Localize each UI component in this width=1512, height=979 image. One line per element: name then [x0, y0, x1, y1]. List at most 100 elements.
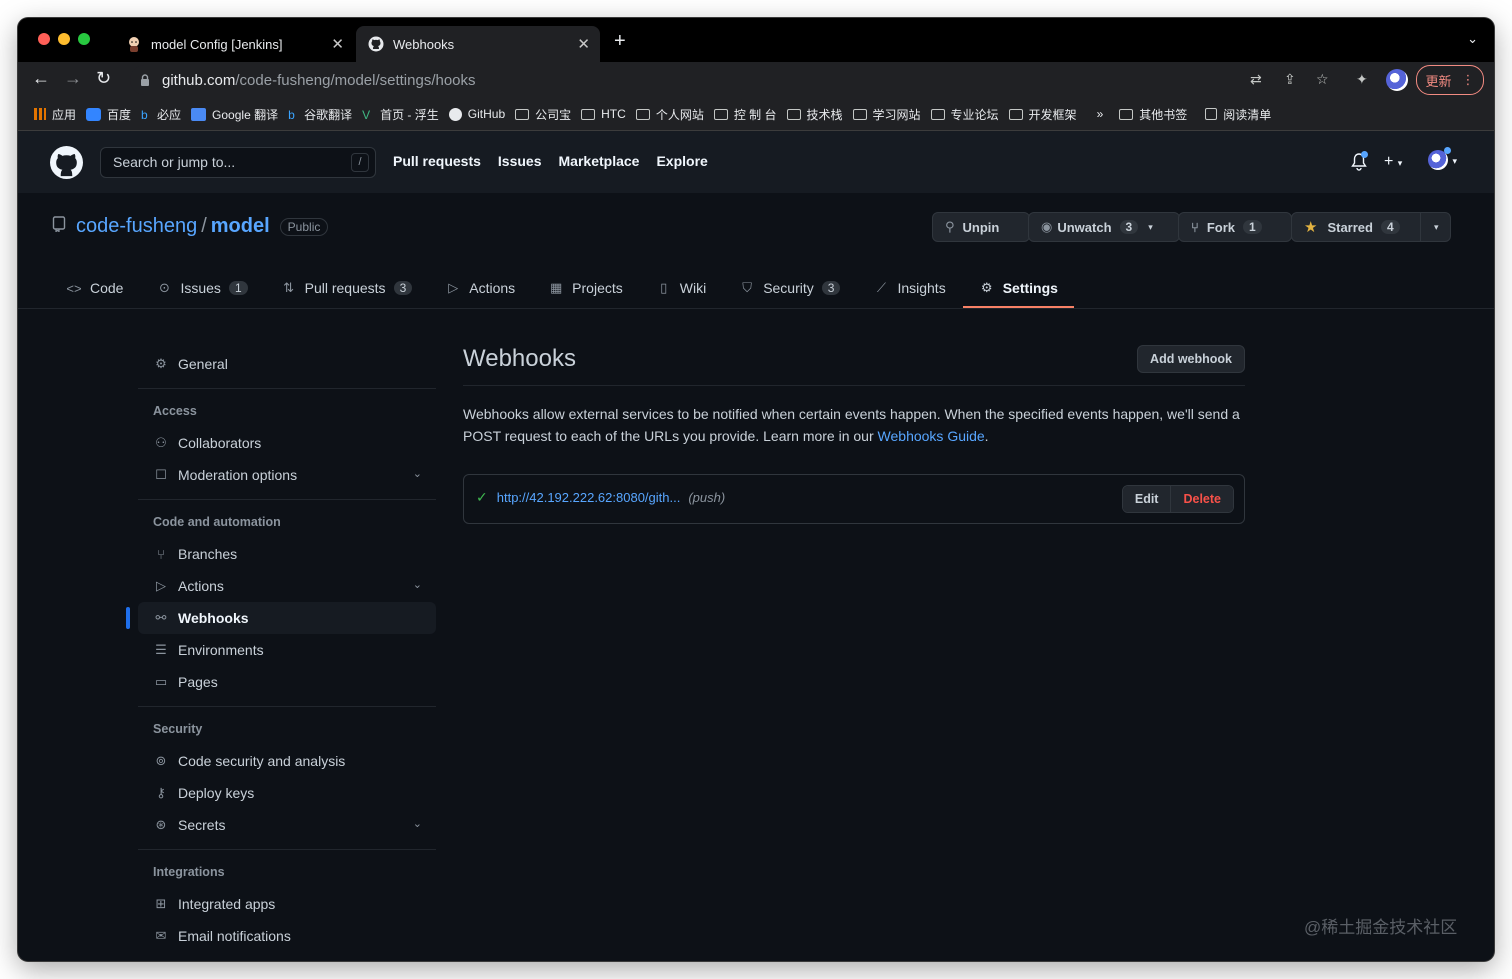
unwatch-button[interactable]: ◉ Unwatch 3 ▾ [1028, 212, 1180, 242]
folder-icon [635, 108, 650, 120]
bookmark-folder[interactable]: 专业论坛 [930, 106, 999, 123]
address-bar[interactable]: github.com/code-fusheng/model/settings/h… [130, 65, 1266, 95]
browser-tab-jenkins[interactable]: model Config [Jenkins] ✕ [114, 26, 354, 62]
sidebar-item-integrated-apps[interactable]: ⊞ Integrated apps [138, 888, 436, 920]
starred-button[interactable]: ★ Starred 4 ▾ [1291, 212, 1451, 242]
tab-code[interactable]: <> Code [66, 269, 123, 307]
browser-window: model Config [Jenkins] ✕ Webhooks ✕ + ⌄ … [18, 18, 1494, 961]
reload-icon[interactable]: ↻ [96, 68, 111, 89]
tab-actions[interactable]: ▷ Actions [445, 269, 515, 307]
edit-webhook-button[interactable]: Edit [1122, 486, 1172, 512]
update-button[interactable]: 更新 ⋮ [1416, 65, 1484, 95]
delete-webhook-button[interactable]: Delete [1171, 486, 1233, 512]
bing-icon: b [288, 107, 295, 122]
tab-search-chevron-icon[interactable]: ⌄ [1467, 31, 1478, 47]
webhooks-guide-link[interactable]: Webhooks Guide [878, 428, 985, 444]
star-count: 4 [1380, 220, 1400, 234]
tab-issues[interactable]: ⊙ Issues 1 [156, 269, 248, 307]
close-tab-icon[interactable]: ✕ [577, 35, 590, 53]
repo-owner-link[interactable]: code-fusheng [76, 215, 197, 238]
search-shortcut-key: / [351, 153, 369, 172]
bookmark-home[interactable]: V 首页 - 浮生 [362, 106, 439, 123]
new-tab-icon[interactable]: + [614, 30, 626, 53]
issue-opened-icon: ⊙ [159, 280, 170, 295]
tab-security[interactable]: ⛉ Security 3 [739, 269, 841, 307]
bookmark-folder[interactable]: 技术栈 [786, 106, 843, 123]
tab-settings[interactable]: ⚙ Settings [962, 269, 1075, 308]
sidebar-heading-code-automation: Code and automation [153, 515, 281, 529]
folder-icon [930, 108, 945, 120]
nav-pull-requests[interactable]: Pull requests [393, 153, 481, 169]
tab-insights[interactable]: ⟋ Insights [873, 269, 946, 307]
bookmark-bing[interactable]: b 必应 [141, 106, 181, 123]
repo-name-link[interactable]: model [211, 215, 270, 238]
bookmark-baidu[interactable]: 百度 [86, 106, 131, 123]
sidebar-item-moderation-options[interactable]: ☐ Moderation options ⌄ [138, 459, 436, 491]
sidebar-item-email-notifications[interactable]: ✉ Email notifications [138, 920, 436, 952]
pull-requests-count: 3 [393, 281, 413, 295]
sidebar-item-branches[interactable]: ⑂ Branches [138, 538, 436, 570]
reading-list[interactable]: 阅读清单 [1205, 106, 1271, 123]
bookmark-google-translate[interactable]: Google 翻译 [191, 106, 278, 123]
sidebar-heading-integrations: Integrations [153, 865, 225, 879]
sidebar-item-actions[interactable]: ▷ Actions ⌄ [138, 570, 436, 602]
nav-issues[interactable]: Issues [498, 153, 542, 169]
repo-nav: <> Code ⊙ Issues 1 ⇅ Pull requests 3 ▷ Actions… [66, 269, 1091, 308]
chevron-down-icon[interactable]: ⌄ [413, 467, 422, 480]
extensions-icon[interactable]: ✦ [1356, 71, 1368, 88]
back-arrow-icon[interactable]: ← [32, 68, 50, 89]
pin-icon: ⚲ [945, 219, 955, 234]
nav-marketplace[interactable]: Marketplace [559, 153, 640, 169]
add-webhook-button[interactable]: Add webhook [1137, 345, 1245, 373]
tab-wiki[interactable]: ▯ Wiki [656, 269, 706, 307]
bookmark-other[interactable]: 其他书签 [1119, 106, 1187, 123]
webhooks-description: Webhooks allow external services to be n… [463, 406, 1240, 444]
webhook-url-link[interactable]: http://42.192.222.62:8080/gith... [497, 490, 681, 505]
bookmark-translate[interactable]: b 谷歌翻译 [288, 106, 352, 123]
bookmark-folder[interactable]: HTC [581, 107, 626, 121]
search-input[interactable]: Search or jump to... / [100, 147, 376, 178]
sidebar-item-code-security[interactable]: ⊚ Code security and analysis [138, 745, 436, 777]
tab-pull-requests[interactable]: ⇅ Pull requests 3 [281, 269, 413, 307]
star-dropdown-caret-icon[interactable]: ▾ [1434, 222, 1439, 233]
bookmark-folder[interactable]: 控 制 台 [713, 106, 777, 123]
bookmarks-overflow-button[interactable]: » [1097, 107, 1104, 121]
sidebar-item-deploy-keys[interactable]: ⚷ Deploy keys [138, 777, 436, 809]
minimize-window-button[interactable] [58, 33, 70, 45]
share-icon[interactable]: ⇪ [1284, 71, 1296, 88]
browser-tab-webhooks[interactable]: Webhooks ✕ [356, 26, 600, 62]
sidebar-item-collaborators[interactable]: ⚇ Collaborators [138, 427, 436, 459]
settings-sidebar: ⚙ General Access ⚇ Collaborators ☐ Moderati… [126, 348, 436, 952]
bookmark-folder[interactable]: 个人网站 [635, 106, 704, 123]
nav-explore[interactable]: Explore [656, 153, 707, 169]
user-avatar[interactable]: ▾ [1428, 150, 1457, 170]
github-logo-icon[interactable] [50, 146, 83, 179]
profile-avatar[interactable] [1386, 69, 1408, 91]
sidebar-item-pages[interactable]: ▭ Pages [138, 666, 436, 698]
git-branch-icon: ⑂ [157, 546, 165, 562]
fork-button[interactable]: ⑂ Fork 1 [1178, 212, 1292, 242]
sidebar-item-webhooks[interactable]: ⚯ Webhooks [126, 602, 436, 634]
forward-arrow-icon[interactable]: → [64, 68, 82, 89]
bookmarks-bar: 应用 百度 b 必应 Google 翻译 b 谷歌翻译 V 首页 - 浮生 GitHu… [18, 98, 1494, 131]
chevron-down-icon[interactable]: ⌄ [413, 817, 422, 830]
bookmark-apps[interactable]: 应用 [34, 106, 76, 123]
bookmark-folder[interactable]: 学习网站 [852, 106, 921, 123]
bookmark-folder[interactable]: 公司宝 [515, 106, 571, 123]
sidebar-item-environments[interactable]: ☰ Environments [138, 634, 436, 666]
more-menu-icon: ⋮ [1461, 72, 1475, 87]
zoom-window-button[interactable] [78, 33, 90, 45]
bookmark-star-icon[interactable]: ☆ [1316, 71, 1329, 88]
translate-icon[interactable]: ⇄ [1250, 71, 1262, 88]
create-new-plus-icon[interactable]: + ▾ [1384, 153, 1402, 171]
bookmark-github[interactable]: GitHub [448, 107, 505, 121]
sidebar-item-general[interactable]: ⚙ General [138, 348, 436, 380]
close-window-button[interactable] [38, 33, 50, 45]
chevron-down-icon[interactable]: ⌄ [413, 578, 422, 591]
tab-projects[interactable]: ▦ Projects [548, 269, 623, 307]
close-tab-icon[interactable]: ✕ [331, 35, 344, 53]
bookmark-folder[interactable]: 开发框架 [1008, 106, 1077, 123]
unpin-button[interactable]: ⚲ Unpin [932, 212, 1030, 242]
sidebar-item-secrets[interactable]: ⊛ Secrets ⌄ [138, 809, 436, 841]
browser-icon: ▭ [154, 674, 168, 689]
